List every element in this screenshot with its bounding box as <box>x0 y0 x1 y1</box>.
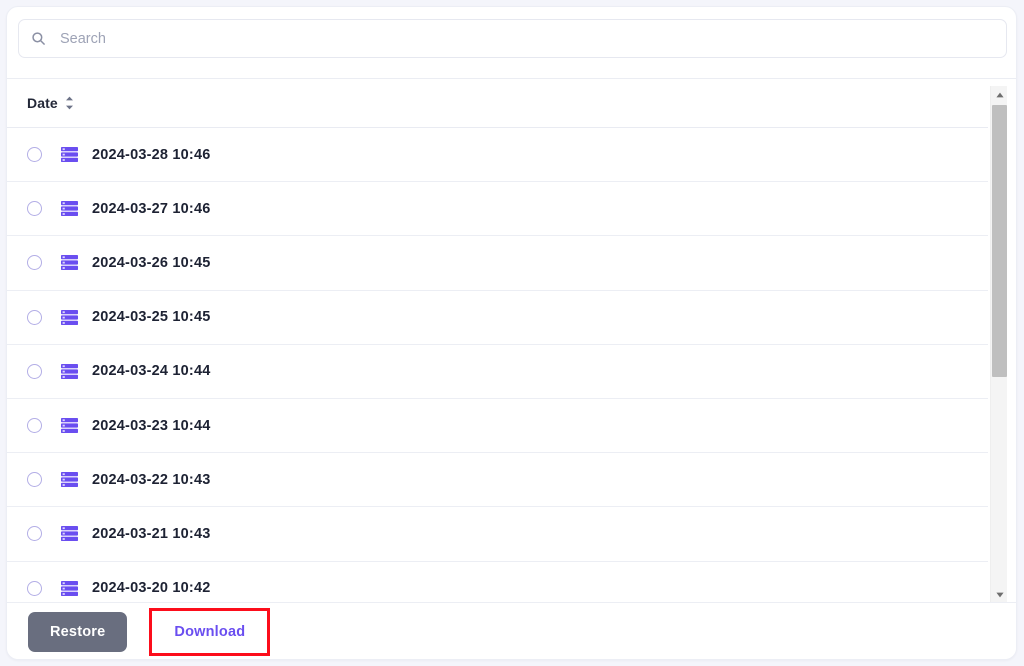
server-rack-icon <box>60 524 79 543</box>
list-scrollbar[interactable] <box>990 86 1007 603</box>
server-rack-icon <box>60 145 79 164</box>
server-rack-icon <box>60 308 79 327</box>
server-rack-icon <box>60 199 79 218</box>
row-date-label: 2024-03-23 10:44 <box>92 418 211 434</box>
download-highlight-annotation: Download <box>149 608 270 656</box>
caret-down-icon[interactable] <box>991 586 1008 603</box>
row-radio-button[interactable] <box>27 201 42 216</box>
row-radio-button[interactable] <box>27 581 42 596</box>
table-row[interactable]: 2024-03-27 10:46 <box>7 182 988 236</box>
search-box[interactable] <box>18 19 1007 58</box>
restore-button[interactable]: Restore <box>28 612 127 652</box>
row-radio-button[interactable] <box>27 310 42 325</box>
table-header-row: Date <box>7 79 988 128</box>
server-rack-icon <box>60 470 79 489</box>
table-row[interactable]: 2024-03-20 10:42 <box>7 562 988 604</box>
table-row[interactable]: 2024-03-23 10:44 <box>7 399 988 453</box>
row-radio-button[interactable] <box>27 526 42 541</box>
table-row[interactable]: 2024-03-21 10:43 <box>7 507 988 561</box>
table-row[interactable]: 2024-03-28 10:46 <box>7 128 988 182</box>
row-date-label: 2024-03-28 10:46 <box>92 147 211 163</box>
search-icon <box>31 31 46 46</box>
row-radio-button[interactable] <box>27 472 42 487</box>
backups-list-region: Date 2024-03-28 10:462024-03-27 10:46202… <box>7 78 1017 602</box>
row-date-label: 2024-03-22 10:43 <box>92 472 211 488</box>
row-radio-button[interactable] <box>27 147 42 162</box>
backups-row-list: 2024-03-28 10:46 2024-03-27 10:46 2024-03-… <box>7 128 988 603</box>
row-date-label: 2024-03-26 10:45 <box>92 255 211 271</box>
row-radio-button[interactable] <box>27 418 42 433</box>
row-date-label: 2024-03-27 10:46 <box>92 201 211 217</box>
row-date-label: 2024-03-21 10:43 <box>92 526 211 542</box>
server-rack-icon <box>60 579 79 598</box>
column-header-date[interactable]: Date <box>27 95 58 111</box>
download-button[interactable]: Download <box>155 614 264 650</box>
backups-card: Date 2024-03-28 10:462024-03-27 10:46202… <box>6 6 1017 660</box>
row-date-label: 2024-03-24 10:44 <box>92 363 211 379</box>
row-date-label: 2024-03-20 10:42 <box>92 580 211 596</box>
row-radio-button[interactable] <box>27 364 42 379</box>
table-row[interactable]: 2024-03-24 10:44 <box>7 345 988 399</box>
server-rack-icon <box>60 362 79 381</box>
row-radio-button[interactable] <box>27 255 42 270</box>
sort-updown-icon[interactable] <box>65 96 74 110</box>
search-input[interactable] <box>60 20 994 57</box>
search-bar <box>18 19 1007 58</box>
row-date-label: 2024-03-25 10:45 <box>92 309 211 325</box>
table-row[interactable]: 2024-03-26 10:45 <box>7 236 988 290</box>
scrollbar-thumb[interactable] <box>992 105 1007 377</box>
action-footer: Restore Download <box>7 602 1017 660</box>
server-rack-icon <box>60 416 79 435</box>
server-rack-icon <box>60 253 79 272</box>
table-row[interactable]: 2024-03-25 10:45 <box>7 291 988 345</box>
caret-up-icon[interactable] <box>991 86 1008 103</box>
table-row[interactable]: 2024-03-22 10:43 <box>7 453 988 507</box>
